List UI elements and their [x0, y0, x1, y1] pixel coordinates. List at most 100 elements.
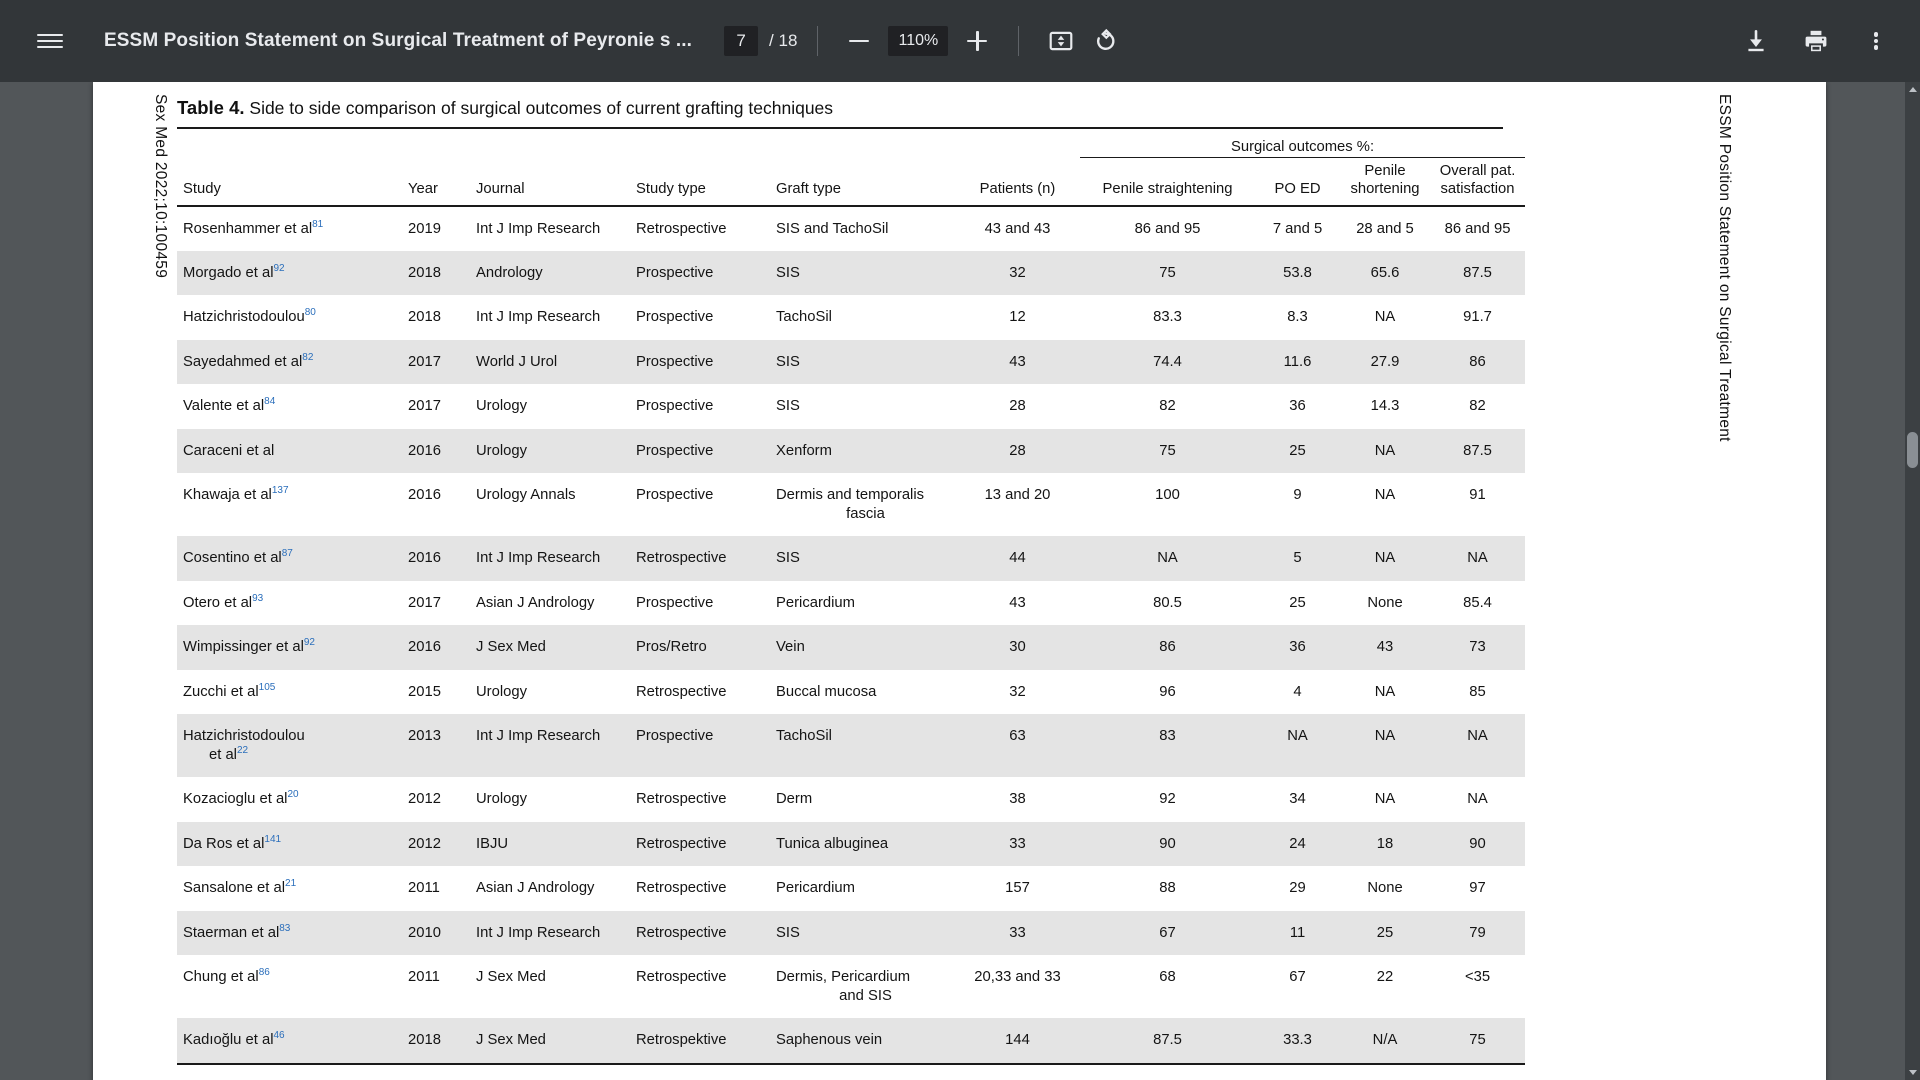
- cell-study-type: Prospective: [636, 309, 714, 326]
- download-button[interactable]: [1734, 19, 1778, 63]
- cell-po-ed: 29: [1289, 880, 1306, 897]
- print-button[interactable]: [1794, 19, 1838, 63]
- col-header-satisfaction: Overall pat. satisfaction: [1430, 157, 1526, 207]
- cell-study-type: Prospective: [636, 398, 714, 415]
- rotate-button[interactable]: [1083, 19, 1127, 63]
- reference-superscript[interactable]: 81: [312, 219, 323, 230]
- hamburger-bar: [37, 39, 63, 43]
- table-row: Kadıoğlu et al46 2018 J Sex Med Retrospekti…: [177, 1018, 1526, 1065]
- page-number-input[interactable]: [724, 26, 759, 56]
- cell-patients: 13 and 20: [984, 487, 1051, 504]
- cell-penile-straightening: 87.5: [1080, 1018, 1255, 1065]
- cell-study-type: Prospective: [630, 714, 770, 778]
- table-row: Kozacioglu et al20 2012 Urology Retrospecti…: [177, 777, 1525, 821]
- reference-superscript[interactable]: 137: [272, 485, 289, 496]
- cell-study-type: Prospective: [630, 428, 770, 474]
- vertical-scrollbar[interactable]: [1905, 82, 1920, 1080]
- cell-study: Valente et al84: [183, 396, 276, 415]
- cell-graft-type: TachoSil: [770, 714, 955, 778]
- cell-study: Hatzichristodoulou et al22: [177, 714, 402, 778]
- reference-superscript[interactable]: 92: [273, 263, 284, 274]
- reference-superscript[interactable]: 83: [279, 923, 290, 934]
- scrollbar-thumb[interactable]: [1907, 432, 1918, 468]
- reference-superscript[interactable]: 21: [285, 878, 296, 889]
- cell-satisfaction: 97: [1469, 880, 1486, 897]
- cell-patients: 32: [955, 250, 1080, 296]
- cell-penile-shortening: 22: [1376, 969, 1394, 986]
- table-column-header-row: Study Year Journal Study type Graft type…: [177, 157, 1526, 207]
- cell-journal: IBJU: [470, 821, 630, 867]
- cell-journal: Asian J Andrology: [476, 880, 595, 897]
- reference-superscript[interactable]: 20: [287, 789, 298, 800]
- cell-journal: Int J Imp Research: [470, 714, 630, 778]
- cell-study: Staerman et al83: [177, 910, 402, 956]
- cell-journal: Urology: [476, 791, 527, 808]
- cell-penile-shortening: NA: [1340, 714, 1430, 778]
- col-header-penile-shortening: Penile shortening: [1340, 157, 1430, 207]
- cell-graft-type: SIS: [770, 910, 955, 956]
- reference-superscript[interactable]: 46: [274, 1030, 285, 1041]
- scroll-down-arrow-icon[interactable]: [1905, 1065, 1920, 1080]
- cell-graft-type: SIS: [770, 536, 955, 581]
- hamburger-bar: [37, 45, 63, 49]
- reference-superscript[interactable]: 82: [302, 352, 313, 363]
- cell-graft-type-line2: fascia: [846, 505, 885, 522]
- cell-journal: Int J Imp Research: [470, 536, 630, 581]
- cell-penile-straightening: 75: [1080, 250, 1255, 296]
- zoom-out-button[interactable]: [838, 20, 880, 62]
- cell-po-ed: 25: [1255, 428, 1340, 474]
- reference-superscript[interactable]: 84: [264, 397, 275, 408]
- cell-graft-type: Derm: [776, 791, 813, 808]
- cell-study: Cosentino et al87: [177, 536, 402, 581]
- rotate-counterclockwise-icon: [1097, 28, 1115, 50]
- cell-study: Khawaja et al137: [183, 485, 289, 504]
- more-options-button[interactable]: [1854, 19, 1898, 63]
- cell-po-ed: 9: [1293, 487, 1302, 504]
- reference-superscript[interactable]: 93: [252, 593, 263, 604]
- cell-study: Morgado et al92: [177, 250, 402, 296]
- cell-po-ed: 34: [1289, 791, 1306, 808]
- col-header-po-ed: PO ED: [1255, 157, 1340, 207]
- zoom-level-value[interactable]: 110%: [888, 26, 949, 56]
- cell-penile-shortening: None: [1367, 594, 1403, 611]
- table-row: Valente et al84 2017 Urology Prospective SIS…: [177, 384, 1525, 428]
- cell-graft-type: Saphenous vein: [770, 1018, 955, 1065]
- reference-superscript[interactable]: 105: [259, 682, 276, 693]
- triangle-down-icon: [1908, 1070, 1917, 1075]
- cell-study-type: Retrospektive: [630, 1018, 770, 1065]
- col-header-satisfaction-line2: satisfaction: [1440, 181, 1515, 198]
- scroll-up-arrow-icon[interactable]: [1905, 82, 1920, 97]
- cell-journal: Int J Imp Research: [470, 910, 630, 956]
- fit-to-page-icon: [1050, 31, 1073, 51]
- cell-po-ed: 25: [1289, 594, 1306, 611]
- reference-superscript[interactable]: 92: [304, 637, 315, 648]
- pdf-viewer-area[interactable]: Sex Med 2022;10:100459 ESSM Position Sta…: [0, 82, 1920, 1080]
- reference-superscript[interactable]: 141: [264, 834, 281, 845]
- table-caption-label: Table 4.: [177, 97, 245, 118]
- cell-year: 2018: [408, 309, 441, 326]
- reference-superscript[interactable]: 86: [259, 967, 270, 978]
- cell-study: Caraceni et al: [177, 428, 402, 474]
- cell-study-type: Retrospective: [636, 683, 727, 700]
- download-icon: [1748, 29, 1764, 52]
- col-header-graft-type: Graft type: [770, 157, 955, 207]
- col-header-year: Year: [402, 157, 470, 207]
- cell-journal: J Sex Med: [476, 969, 546, 986]
- zoom-in-button[interactable]: [956, 20, 998, 62]
- running-head-sidetext: ESSM Position Statement on Surgical Trea…: [1716, 94, 1733, 442]
- cell-penile-shortening: 28 and 5: [1356, 220, 1414, 237]
- fit-to-page-button[interactable]: [1039, 19, 1083, 63]
- reference-superscript[interactable]: 87: [282, 548, 293, 559]
- hamburger-menu-icon[interactable]: [28, 19, 72, 63]
- cell-study-line2: et al22: [209, 744, 249, 763]
- cell-journal: Int J Imp Research: [476, 220, 601, 237]
- reference-superscript[interactable]: 80: [305, 308, 316, 319]
- cell-study-type: Retrospective: [630, 821, 770, 867]
- table-caption: Table 4. Side to side comparison of surg…: [177, 96, 1503, 130]
- cell-journal: J Sex Med: [470, 1018, 630, 1065]
- cell-penile-straightening: 92: [1159, 791, 1176, 808]
- reference-superscript[interactable]: 22: [237, 745, 248, 756]
- document-title: ESSM Position Statement on Surgical Trea…: [104, 30, 693, 51]
- kebab-dot: [1873, 32, 1879, 37]
- cell-year: 2016: [402, 536, 470, 581]
